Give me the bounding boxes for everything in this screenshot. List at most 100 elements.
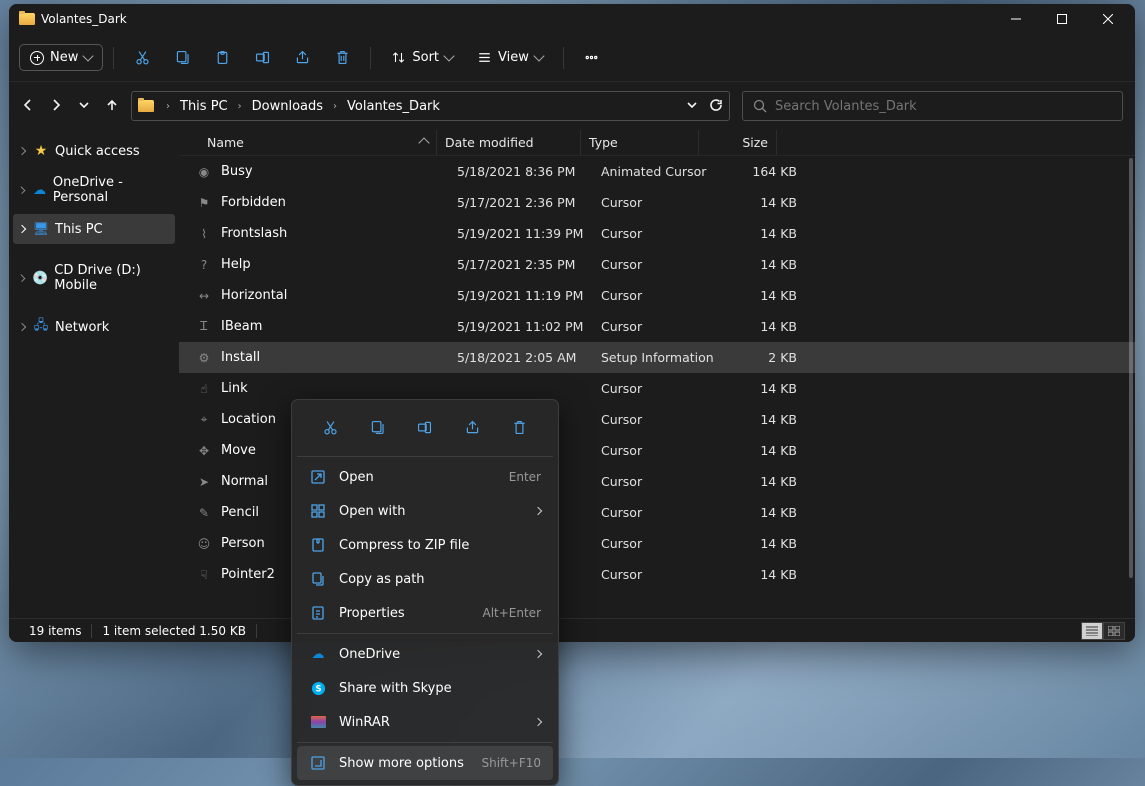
context-delete-button[interactable]: [503, 411, 535, 443]
file-row[interactable]: ⌇Frontslash5/19/2021 11:39 PMCursor14 KB: [179, 218, 1135, 249]
chevron-right-icon: [18, 147, 26, 155]
scrollbar[interactable]: [1129, 158, 1133, 578]
maximize-button[interactable]: [1039, 4, 1085, 34]
rename-button[interactable]: [244, 40, 280, 76]
file-row[interactable]: ?Help5/17/2021 2:35 PMCursor14 KB: [179, 249, 1135, 280]
folder-icon: [138, 100, 154, 112]
context-copy-button[interactable]: [362, 411, 394, 443]
separator: [113, 47, 114, 69]
context-open[interactable]: Open Enter: [297, 460, 553, 494]
search-input[interactable]: [775, 99, 1112, 114]
shortcut: Shift+F10: [481, 756, 541, 770]
file-row[interactable]: ◉Busy5/18/2021 8:36 PMAnimated Cursor164…: [179, 156, 1135, 187]
sidebar-item-label: OneDrive - Personal: [53, 175, 169, 205]
file-size: 164 KB: [719, 164, 797, 179]
column-header-type[interactable]: Type: [581, 130, 699, 155]
file-row[interactable]: ⚙Install5/18/2021 2:05 AMSetup Informati…: [179, 342, 1135, 373]
file-name: IBeam: [221, 319, 457, 334]
column-header-size[interactable]: Size: [699, 130, 777, 155]
up-button[interactable]: [105, 97, 119, 116]
file-type: Cursor: [601, 381, 719, 396]
cut-button[interactable]: [124, 40, 160, 76]
file-row[interactable]: ⚑Forbidden5/17/2021 2:36 PMCursor14 KB: [179, 187, 1135, 218]
context-winrar[interactable]: WinRAR: [297, 705, 553, 739]
paste-button[interactable]: [204, 40, 240, 76]
file-type: Cursor: [601, 536, 719, 551]
sidebar-item-quick-access[interactable]: ★ Quick access: [13, 136, 175, 166]
address-dropdown-button[interactable]: [685, 97, 699, 116]
cursor-file-icon: Ꮖ: [195, 318, 213, 336]
context-label: Share with Skype: [339, 681, 452, 696]
context-onedrive[interactable]: ☁ OneDrive: [297, 637, 553, 671]
chevron-right-icon: ›: [236, 101, 244, 112]
recent-button[interactable]: [77, 97, 91, 116]
copy-button[interactable]: [164, 40, 200, 76]
file-date: 5/19/2021 11:02 PM: [457, 319, 601, 334]
context-label: Copy as path: [339, 572, 425, 587]
file-size: 14 KB: [719, 567, 797, 582]
sidebar-item-onedrive-personal[interactable]: ☁OneDrive - Personal: [13, 168, 175, 212]
shortcut: Enter: [509, 470, 541, 484]
close-button[interactable]: [1085, 4, 1131, 34]
navigation-pane: ★ Quick access ☁OneDrive - Personal🖥This P…: [9, 130, 179, 618]
disc-icon: 💿: [32, 270, 48, 286]
context-menu[interactable]: Open Enter Open with Compress to ZIP fil…: [291, 399, 559, 786]
back-button[interactable]: [21, 97, 35, 116]
column-headers: Name Date modified Type Size: [179, 130, 1135, 156]
context-show-more[interactable]: Show more options Shift+F10: [297, 746, 553, 780]
details-view-button[interactable]: [1081, 622, 1103, 640]
file-size: 2 KB: [719, 350, 797, 365]
view-button[interactable]: View: [467, 44, 553, 71]
file-name: Forbidden: [221, 195, 457, 210]
separator: [563, 47, 564, 69]
title-bar[interactable]: Volantes_Dark: [9, 4, 1135, 34]
cursor-file-icon: ⌇: [195, 225, 213, 243]
context-skype[interactable]: S Share with Skype: [297, 671, 553, 705]
file-row[interactable]: ↔Horizontal5/19/2021 11:19 PMCursor14 KB: [179, 280, 1135, 311]
context-share-button[interactable]: [456, 411, 488, 443]
context-cut-button[interactable]: [315, 411, 347, 443]
winrar-icon: [309, 713, 327, 731]
sort-label: Sort: [412, 50, 439, 65]
sidebar-item-network[interactable]: 🖧Network: [13, 312, 175, 342]
cursor-file-icon: ⌖: [195, 411, 213, 429]
minimize-button[interactable]: [993, 4, 1039, 34]
context-label: OneDrive: [339, 647, 400, 662]
context-properties[interactable]: Properties Alt+Enter: [297, 596, 553, 630]
refresh-button[interactable]: [709, 97, 723, 116]
star-icon: ★: [33, 143, 49, 159]
icons-view-button[interactable]: [1103, 622, 1125, 640]
chevron-right-icon: [534, 718, 542, 726]
sidebar-item-label: Quick access: [55, 144, 140, 159]
breadcrumb-item[interactable]: Volantes_Dark: [343, 97, 444, 116]
breadcrumb-item[interactable]: This PC: [176, 97, 232, 116]
search-box[interactable]: [742, 91, 1123, 121]
context-compress[interactable]: Compress to ZIP file: [297, 528, 553, 562]
sidebar-item-cd-drive-d-mobile[interactable]: 💿CD Drive (D:) Mobile: [13, 256, 175, 300]
context-rename-button[interactable]: [409, 411, 441, 443]
status-selection: 1 item selected 1.50 KB: [92, 624, 256, 638]
forward-button[interactable]: [49, 97, 63, 116]
sidebar-item-this-pc[interactable]: 🖥This PC: [13, 214, 175, 244]
context-copy-path[interactable]: Copy as path: [297, 562, 553, 596]
onedrive-icon: ☁: [309, 645, 327, 663]
breadcrumb-item[interactable]: Downloads: [248, 97, 327, 116]
column-header-name[interactable]: Name: [179, 130, 437, 155]
file-type: Setup Information: [601, 350, 719, 365]
column-header-date[interactable]: Date modified: [437, 130, 581, 155]
file-date: 5/19/2021 11:39 PM: [457, 226, 601, 241]
delete-button[interactable]: [324, 40, 360, 76]
sort-indicator-icon: [418, 137, 429, 148]
share-button[interactable]: [284, 40, 320, 76]
file-name: Horizontal: [221, 288, 457, 303]
context-open-with[interactable]: Open with: [297, 494, 553, 528]
file-row[interactable]: ᏆIBeam5/19/2021 11:02 PMCursor14 KB: [179, 311, 1135, 342]
command-bar: New Sort View: [9, 34, 1135, 82]
address-bar[interactable]: › This PC › Downloads › Volantes_Dark: [131, 91, 730, 121]
sort-button[interactable]: Sort: [381, 44, 463, 71]
file-size: 14 KB: [719, 505, 797, 520]
skype-icon: S: [309, 679, 327, 697]
more-button[interactable]: [574, 40, 610, 76]
new-button[interactable]: New: [19, 44, 103, 71]
file-explorer-window: Volantes_Dark New Sort View: [9, 4, 1135, 642]
